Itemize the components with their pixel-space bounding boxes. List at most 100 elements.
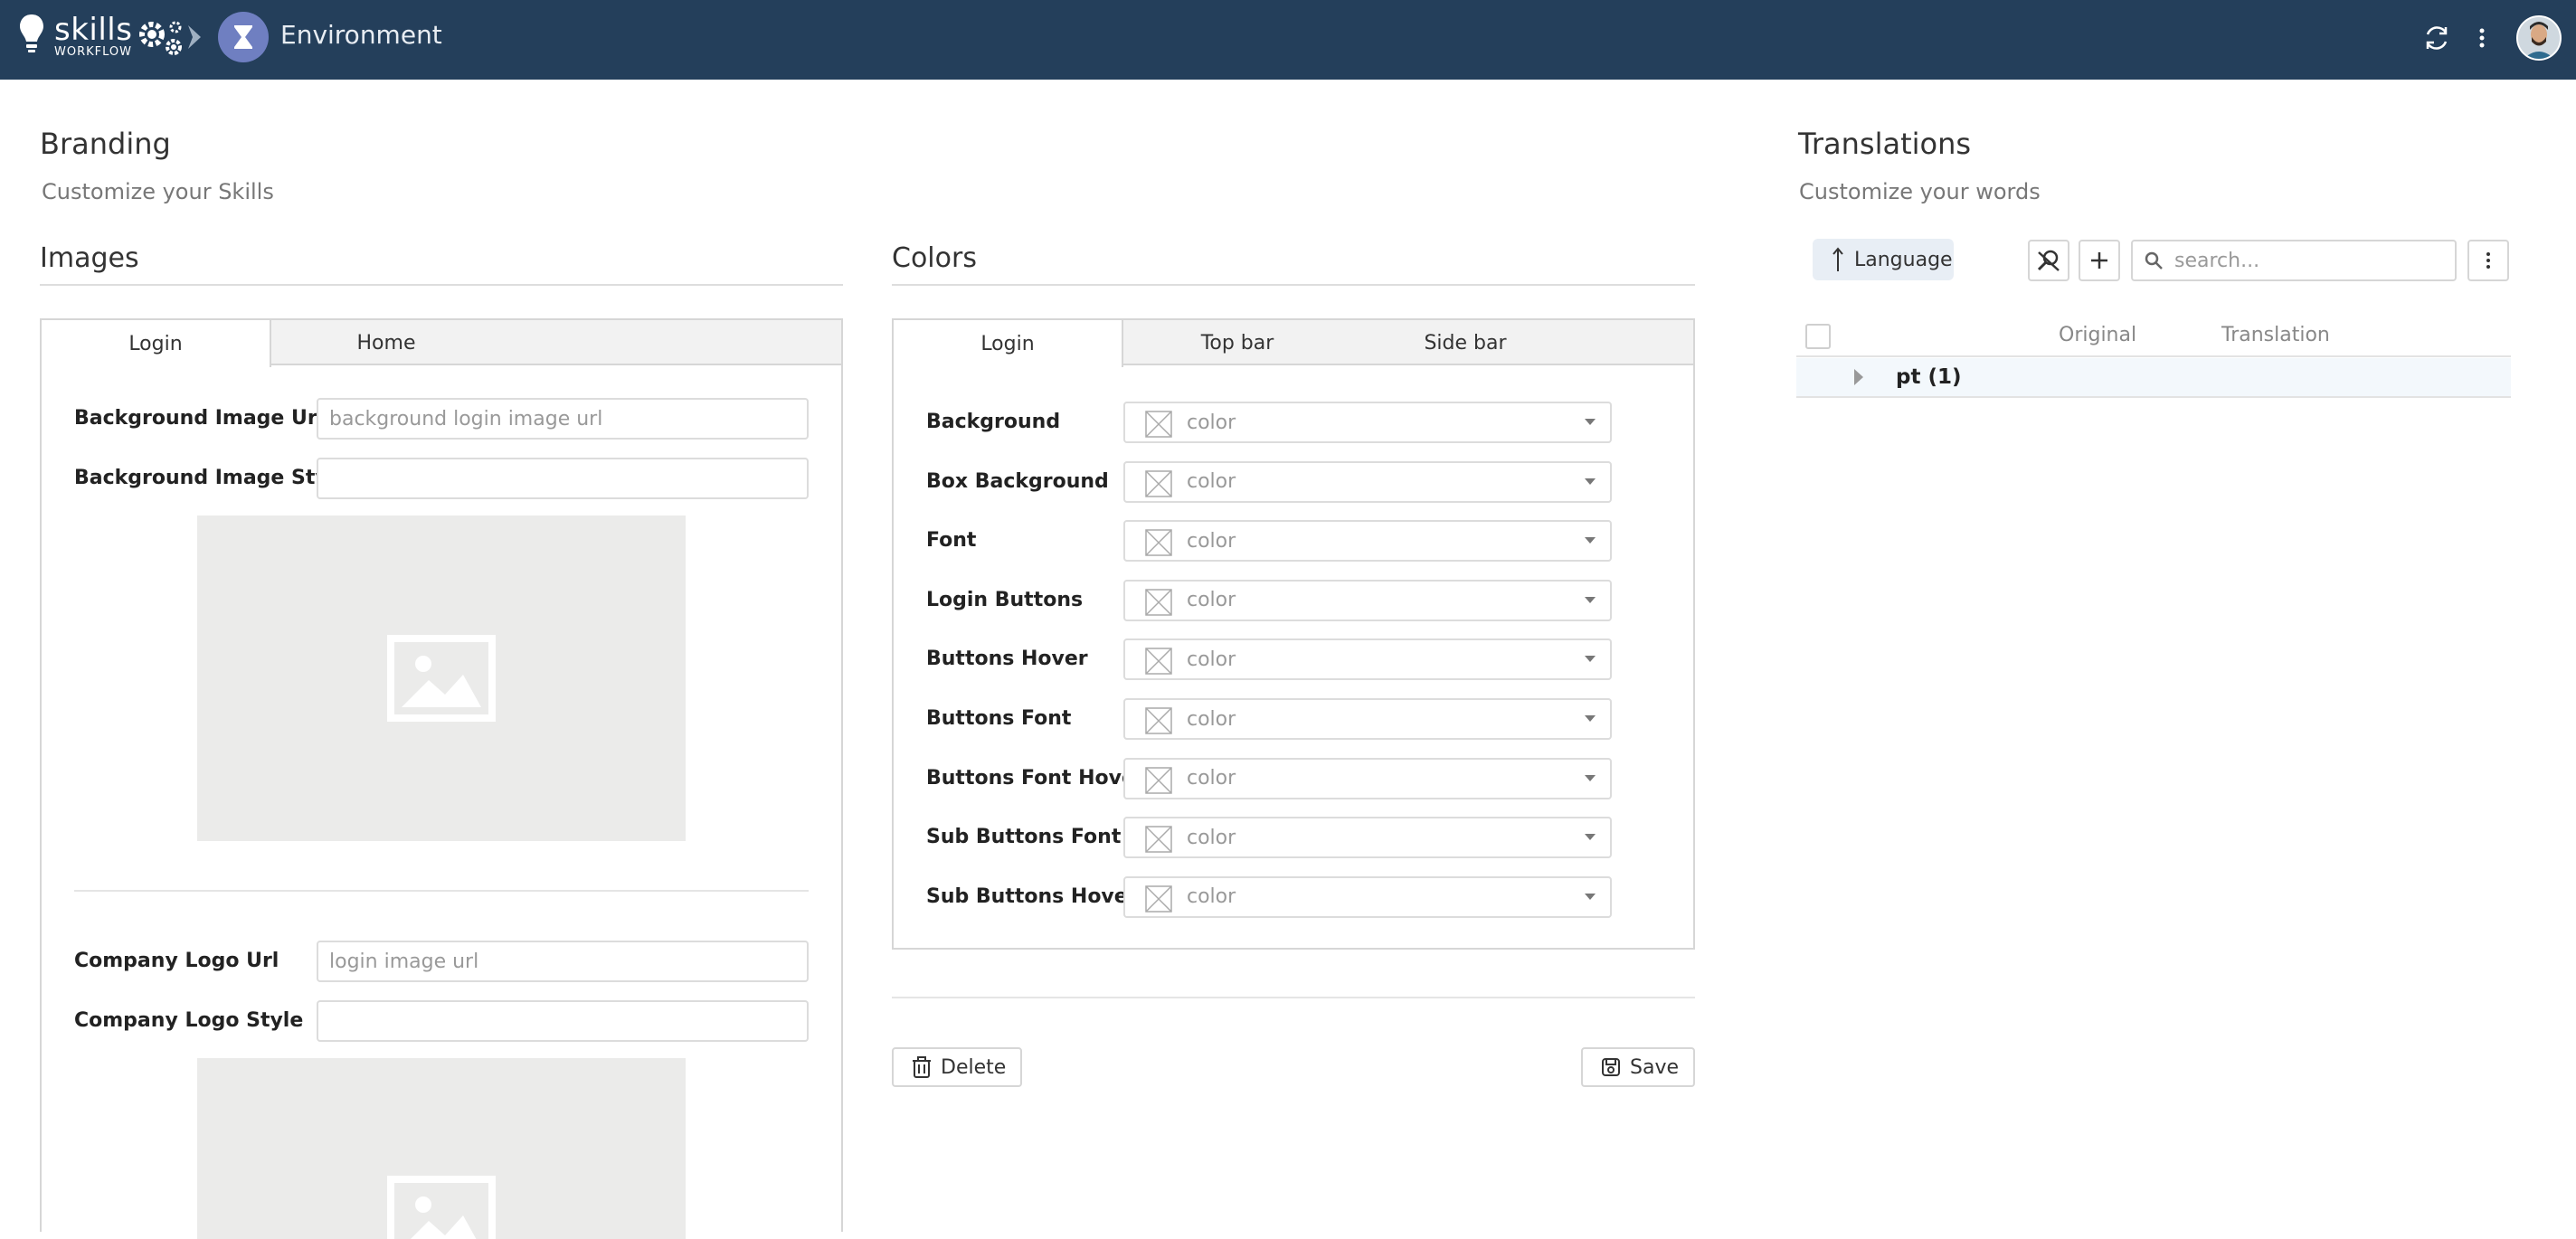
user-portrait-icon (2518, 17, 2560, 59)
translations-subtitle: Customize your words (1799, 179, 2041, 204)
color-picker-select[interactable]: color (1123, 698, 1612, 740)
dropdown-caret-icon (1585, 478, 1596, 485)
breadcrumb-title: Environment (280, 20, 442, 50)
bg-image-url-input[interactable]: background login image url (317, 398, 809, 440)
empty-color-swatch-icon (1145, 826, 1172, 853)
table-row[interactable]: pt (1) (1796, 358, 2511, 398)
color-picker-select[interactable]: color (1123, 460, 1612, 503)
colors-panel: Login Top bar Side bar Background color Bo… (892, 318, 1695, 950)
color-label: Sub Buttons Hover (926, 884, 1138, 908)
tab-colors-login[interactable]: Login (894, 320, 1123, 367)
bg-image-preview (197, 515, 686, 841)
dropdown-caret-icon (1585, 893, 1596, 900)
gears-icon (139, 21, 182, 55)
images-divider (40, 284, 843, 286)
color-picker-select[interactable]: color (1123, 757, 1612, 799)
company-logo-preview (197, 1058, 686, 1239)
bg-image-style-label: Background Image Style (74, 467, 349, 489)
dropdown-caret-icon (1585, 596, 1596, 603)
column-header-original[interactable]: Original (2059, 324, 2136, 346)
color-picker-select[interactable]: color (1123, 875, 1612, 918)
color-picker-select[interactable]: color (1123, 402, 1612, 443)
empty-color-swatch-icon (1145, 707, 1172, 734)
branding-title: Branding (40, 127, 171, 161)
dropdown-caret-icon (1585, 656, 1596, 663)
image-placeholder-icon (387, 635, 496, 722)
refresh-icon[interactable] (2420, 22, 2453, 54)
color-label: Buttons Font (926, 707, 1072, 730)
color-picker-select[interactable]: color (1123, 579, 1612, 621)
bg-image-url-label: Background Image Url (74, 407, 325, 430)
save-button[interactable]: Save (1581, 1047, 1695, 1087)
skills-workflow-logo[interactable]: skills WORKFLOW (18, 13, 182, 58)
more-vertical-icon (2486, 252, 2490, 269)
add-translation-button[interactable] (2079, 240, 2120, 281)
color-value: color (1187, 648, 1236, 671)
search-off-icon (2037, 250, 2060, 271)
empty-color-swatch-icon (1145, 766, 1172, 794)
color-label: Buttons Hover (926, 648, 1088, 671)
company-logo-style-label: Company Logo Style (74, 1009, 304, 1032)
bg-image-style-input[interactable] (317, 458, 809, 499)
images-section-title: Images (40, 242, 139, 274)
dropdown-caret-icon (1585, 537, 1596, 544)
color-value: color (1187, 826, 1236, 849)
tab-colors-side-bar[interactable]: Side bar (1351, 320, 1579, 365)
image-placeholder-icon (387, 1176, 496, 1239)
empty-color-swatch-icon (1145, 589, 1172, 616)
color-value: color (1187, 707, 1236, 731)
logo-word: skills (54, 12, 133, 48)
clear-search-button[interactable] (2028, 240, 2069, 281)
environment-avatar[interactable] (218, 12, 269, 62)
logo-sub: WORKFLOW (54, 45, 132, 59)
color-value: color (1187, 885, 1236, 909)
color-picker-select[interactable]: color (1123, 520, 1612, 563)
chevron-right-icon (188, 25, 201, 49)
dropdown-caret-icon (1585, 834, 1596, 841)
colors-section-title: Colors (892, 242, 977, 274)
dropdown-caret-icon (1585, 419, 1596, 425)
save-icon (1602, 1058, 1620, 1076)
select-all-checkbox[interactable] (1805, 324, 1831, 349)
table-header-divider (1796, 355, 2511, 357)
group-by-language-chip[interactable]: Language (1813, 239, 1954, 280)
colors-divider (892, 284, 1695, 286)
user-avatar[interactable] (2516, 15, 2562, 61)
tab-images-login[interactable]: Login (42, 320, 271, 367)
expand-arrow-icon[interactable] (1854, 369, 1863, 385)
empty-color-swatch-icon (1145, 885, 1172, 913)
delete-button-label: Delete (941, 1055, 1007, 1079)
color-label: Login Buttons (926, 588, 1084, 611)
translations-more-button[interactable] (2467, 240, 2509, 281)
color-value: color (1187, 529, 1236, 553)
color-picker-select[interactable]: color (1123, 638, 1612, 681)
color-value: color (1187, 589, 1236, 612)
company-logo-url-input[interactable]: login image url (317, 941, 809, 982)
top-bar: skills WORKFLOW Environment (0, 0, 2576, 80)
tab-images-home[interactable]: Home (271, 320, 501, 365)
column-header-translation[interactable]: Translation (2221, 324, 2330, 346)
images-tabs: Login Home (42, 320, 841, 367)
search-placeholder: search... (2174, 249, 2260, 272)
hourglass-icon (234, 25, 252, 49)
group-row-label: pt (1) (1896, 365, 1962, 389)
empty-color-swatch-icon (1145, 411, 1172, 438)
dropdown-caret-icon (1585, 774, 1596, 781)
delete-button[interactable]: Delete (892, 1047, 1022, 1087)
branding-subtitle: Customize your Skills (42, 179, 274, 204)
company-logo-style-input[interactable] (317, 1000, 809, 1042)
color-label: Background (926, 411, 1061, 433)
empty-color-swatch-icon (1145, 469, 1172, 497)
color-label: Sub Buttons Font (926, 826, 1122, 849)
color-picker-select[interactable]: color (1123, 817, 1612, 859)
actions-divider (892, 997, 1695, 998)
translations-title: Translations (1798, 127, 1972, 161)
tab-colors-top-bar[interactable]: Top bar (1123, 320, 1351, 365)
more-vertical-icon[interactable] (2466, 22, 2498, 54)
dropdown-caret-icon (1585, 715, 1596, 722)
empty-color-swatch-icon (1145, 648, 1172, 676)
translations-search-input[interactable]: search... (2131, 240, 2457, 281)
company-logo-url-label: Company Logo Url (74, 950, 279, 972)
color-value: color (1187, 767, 1236, 790)
trash-icon (913, 1056, 931, 1078)
